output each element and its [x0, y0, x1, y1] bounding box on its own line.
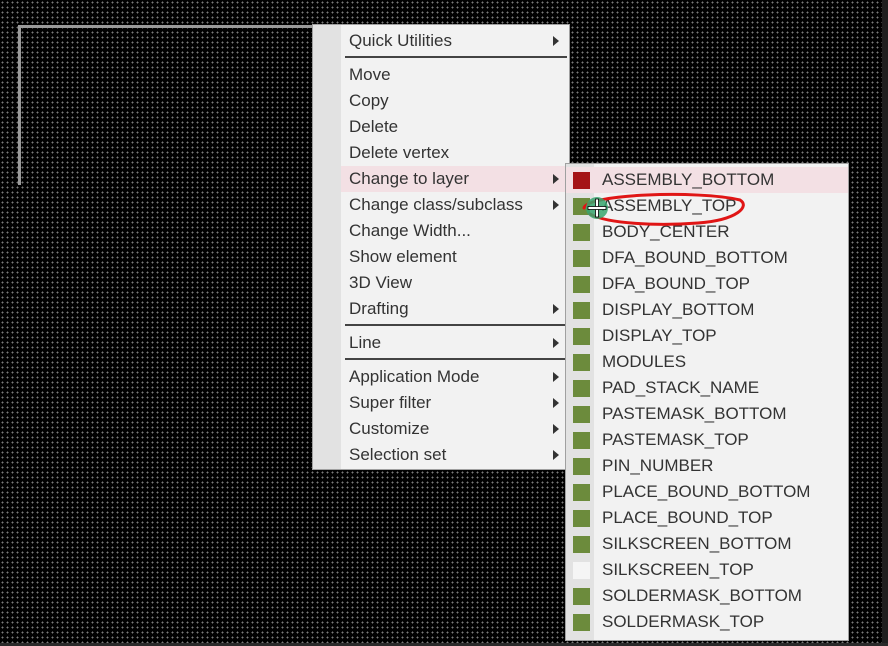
menu-item-label: Selection set: [349, 445, 447, 464]
chevron-right-icon: [553, 36, 559, 46]
layer-item-display-bottom[interactable]: DISPLAY_BOTTOM: [566, 297, 848, 323]
menu-item-label: Change to layer: [349, 169, 470, 188]
layer-item-label: SILKSCREEN_TOP: [602, 560, 754, 579]
layer-color-swatch: [573, 224, 590, 241]
chevron-right-icon: [553, 424, 559, 434]
menu-item-show-element[interactable]: Show element: [341, 244, 569, 270]
layer-item-modules[interactable]: MODULES: [566, 349, 848, 375]
layer-color-swatch: [573, 614, 590, 631]
chevron-right-icon: [553, 450, 559, 460]
layer-item-silkscreen-bottom[interactable]: SILKSCREEN_BOTTOM: [566, 531, 848, 557]
layer-color-swatch: [573, 510, 590, 527]
layer-item-label: SOLDERMASK_TOP: [602, 612, 765, 631]
layer-submenu: ASSEMBLY_BOTTOM ASSEMBLY_TOP BODY_CENTER…: [565, 163, 849, 641]
menu-item-delete[interactable]: Delete: [341, 114, 569, 140]
menu-item-change-class-subclass[interactable]: Change class/subclass: [341, 192, 569, 218]
layer-item-label: PLACE_BOUND_BOTTOM: [602, 482, 811, 501]
menu-item-label: Customize: [349, 419, 430, 438]
menu-item-move[interactable]: Move: [341, 62, 569, 88]
menu-item-selection-set[interactable]: Selection set: [341, 442, 569, 468]
menu-item-drafting[interactable]: Drafting: [341, 296, 569, 322]
chevron-right-icon: [553, 372, 559, 382]
menu-item-label: Change Width...: [349, 221, 471, 240]
menu-item-change-to-layer[interactable]: Change to layer: [341, 166, 569, 192]
menu-item-label: Show element: [349, 247, 457, 266]
menu-item-super-filter[interactable]: Super filter: [341, 390, 569, 416]
layer-color-swatch: [573, 484, 590, 501]
menu-item-label: Move: [349, 65, 391, 84]
layer-item-label: DFA_BOUND_BOTTOM: [602, 248, 788, 267]
menu-item-line[interactable]: Line: [341, 330, 569, 356]
menu-item-quick-utilities[interactable]: Quick Utilities: [341, 28, 569, 54]
menu-item-label: Delete vertex: [349, 143, 450, 162]
layer-item-label: DISPLAY_TOP: [602, 326, 717, 345]
layer-color-swatch: [573, 328, 590, 345]
window-edge: [882, 0, 888, 646]
menu-item-change-width[interactable]: Change Width...: [341, 218, 569, 244]
layer-item-pastemask-bottom[interactable]: PASTEMASK_BOTTOM: [566, 401, 848, 427]
menu-separator: [345, 324, 567, 326]
menu-icon-gutter: [313, 25, 341, 469]
layer-item-label: SILKSCREEN_BOTTOM: [602, 534, 792, 553]
crosshair-cursor-icon: [586, 197, 608, 219]
layer-item-label: PASTEMASK_TOP: [602, 430, 749, 449]
menu-separator: [345, 358, 567, 360]
menu-item-label: Delete: [349, 117, 399, 136]
chevron-right-icon: [553, 174, 559, 184]
menu-item-label: Copy: [349, 91, 389, 110]
layer-color-swatch: [573, 250, 590, 267]
canvas-drawn-line[interactable]: [18, 25, 314, 28]
menu-item-delete-vertex[interactable]: Delete vertex: [341, 140, 569, 166]
menu-item-label: Change class/subclass: [349, 195, 523, 214]
menu-item-label: Quick Utilities: [349, 31, 452, 50]
layer-item-label: MODULES: [602, 352, 687, 371]
layer-item-label: SOLDERMASK_BOTTOM: [602, 586, 802, 605]
layer-item-label: PIN_NUMBER: [602, 456, 714, 475]
canvas-drawn-line[interactable]: [18, 25, 21, 185]
menu-item-customize[interactable]: Customize: [341, 416, 569, 442]
layer-item-label: DFA_BOUND_TOP: [602, 274, 751, 293]
menu-item-label: Application Mode: [349, 367, 480, 386]
chevron-right-icon: [553, 398, 559, 408]
layer-item-label: PLACE_BOUND_TOP: [602, 508, 773, 527]
layer-color-swatch: [573, 354, 590, 371]
layer-item-pastemask-top[interactable]: PASTEMASK_TOP: [566, 427, 848, 453]
layer-item-pin-number[interactable]: PIN_NUMBER: [566, 453, 848, 479]
layer-color-swatch: [573, 380, 590, 397]
chevron-right-icon: [553, 304, 559, 314]
layer-item-soldermask-top[interactable]: SOLDERMASK_TOP: [566, 609, 848, 635]
menu-item-label: 3D View: [349, 273, 412, 292]
layer-color-swatch: [573, 172, 590, 189]
menu-separator: [345, 56, 567, 58]
menu-item-label: Drafting: [349, 299, 409, 318]
context-menu: Quick Utilities Move Copy Delete Delete …: [312, 24, 570, 470]
layer-color-swatch: [573, 536, 590, 553]
layer-item-dfa-bound-bottom[interactable]: DFA_BOUND_BOTTOM: [566, 245, 848, 271]
menu-item-label: Line: [349, 333, 382, 352]
menu-item-application-mode[interactable]: Application Mode: [341, 364, 569, 390]
layer-color-swatch: [573, 276, 590, 293]
layer-color-swatch: [573, 406, 590, 423]
layer-item-silkscreen-top[interactable]: SILKSCREEN_TOP: [566, 557, 848, 583]
layer-color-swatch: [573, 458, 590, 475]
layer-item-label: DISPLAY_BOTTOM: [602, 300, 755, 319]
menu-item-3d-view[interactable]: 3D View: [341, 270, 569, 296]
menu-item-copy[interactable]: Copy: [341, 88, 569, 114]
layer-item-place-bound-bottom[interactable]: PLACE_BOUND_BOTTOM: [566, 479, 848, 505]
layer-item-place-bound-top[interactable]: PLACE_BOUND_TOP: [566, 505, 848, 531]
layer-item-soldermask-bottom[interactable]: SOLDERMASK_BOTTOM: [566, 583, 848, 609]
layer-color-swatch: [573, 562, 590, 579]
chevron-right-icon: [553, 338, 559, 348]
menu-item-label: Super filter: [349, 393, 432, 412]
layer-item-label: PAD_STACK_NAME: [602, 378, 760, 397]
layer-item-pad-stack-name[interactable]: PAD_STACK_NAME: [566, 375, 848, 401]
layer-color-swatch: [573, 432, 590, 449]
layer-color-swatch: [573, 302, 590, 319]
layer-item-label: PASTEMASK_BOTTOM: [602, 404, 787, 423]
chevron-right-icon: [553, 200, 559, 210]
layer-item-dfa-bound-top[interactable]: DFA_BOUND_TOP: [566, 271, 848, 297]
layer-color-swatch: [573, 588, 590, 605]
layer-item-display-top[interactable]: DISPLAY_TOP: [566, 323, 848, 349]
